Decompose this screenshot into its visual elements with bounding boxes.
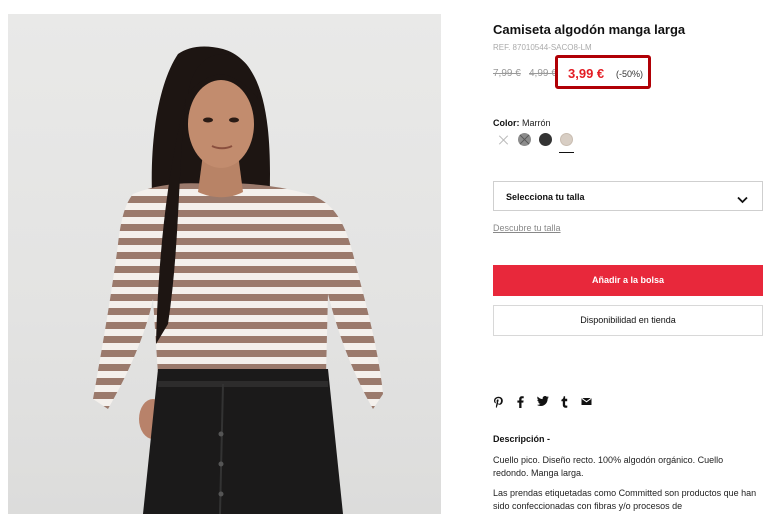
add-to-bag-button[interactable]: Añadir a la bolsa: [493, 265, 763, 296]
size-select[interactable]: Selecciona tu talla: [493, 181, 763, 211]
color-label-title: Color:: [493, 118, 520, 128]
model-illustration: [93, 46, 383, 514]
size-select-label: Selecciona tu talla: [506, 192, 585, 202]
product-reference: REF. 87010544-SACO8-LM: [493, 43, 592, 52]
size-guide-link[interactable]: Descubre tu talla: [493, 223, 561, 233]
original-price: 7,99 €: [493, 68, 521, 79]
tumblr-icon[interactable]: [561, 396, 568, 412]
email-icon[interactable]: [581, 396, 592, 410]
twitter-icon[interactable]: [537, 396, 549, 410]
facebook-icon[interactable]: [517, 396, 524, 412]
product-title: Camiseta algodón manga larga: [493, 22, 686, 37]
selected-color-name: Marrón: [522, 118, 551, 128]
current-price-highlight: 3,99 € (-50%): [555, 55, 651, 89]
product-image[interactable]: [8, 14, 441, 514]
color-swatch-grey[interactable]: [518, 133, 531, 146]
pinterest-icon[interactable]: [493, 396, 504, 413]
description-paragraph-2: Las prendas etiquetadas como Committed s…: [493, 488, 757, 511]
description-title: Descripción -: [493, 434, 551, 444]
selected-swatch-indicator: [559, 152, 574, 153]
color-swatch-unavailable[interactable]: [499, 135, 509, 145]
previous-price: 4,99 €: [529, 68, 557, 79]
current-price: 3,99 €: [568, 66, 605, 81]
chevron-down-icon: [737, 191, 748, 209]
color-swatch-black[interactable]: [539, 133, 552, 146]
color-label: Color: Marrón: [493, 118, 551, 128]
discount-badge: (-50%): [616, 69, 644, 79]
description-paragraph-1: Cuello pico. Diseño recto. 100% algodón …: [493, 455, 724, 478]
store-availability-button[interactable]: Disponibilidad en tienda: [493, 305, 763, 336]
color-swatch-brown[interactable]: [560, 133, 573, 146]
